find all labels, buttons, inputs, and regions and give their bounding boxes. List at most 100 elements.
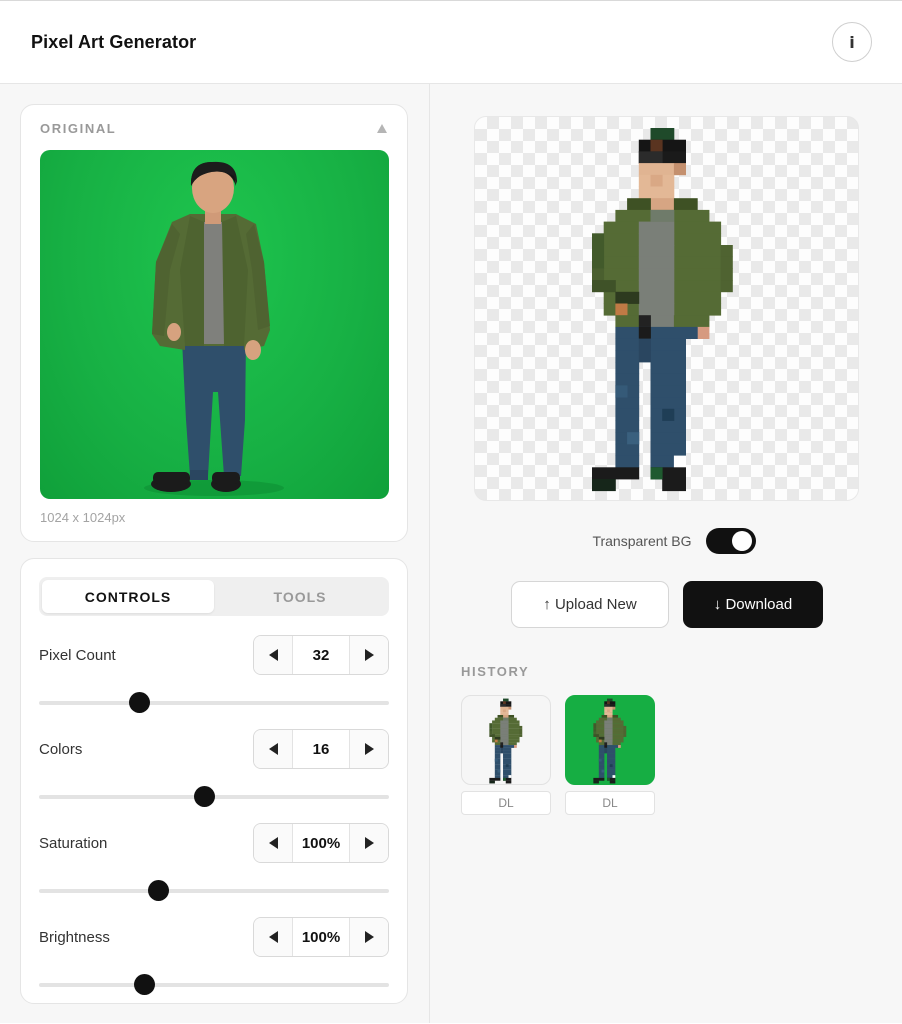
tab-controls[interactable]: CONTROLS bbox=[42, 580, 214, 613]
pixel-block bbox=[500, 725, 509, 729]
saturation-value[interactable]: 100% bbox=[292, 824, 350, 862]
pixel-block bbox=[598, 775, 605, 778]
left-panel: ORIGINAL 1024 x 1024px CONTROLS TOOLS Pi… bbox=[0, 84, 430, 1023]
transparent-bg-label: Transparent BG bbox=[592, 533, 692, 549]
chevron-up-icon[interactable] bbox=[377, 123, 387, 133]
pixel-block bbox=[607, 698, 613, 702]
pixel-block bbox=[638, 315, 651, 328]
pixel-block bbox=[650, 443, 686, 456]
slider-thumb[interactable] bbox=[128, 692, 150, 713]
pixel-count-value[interactable]: 32 bbox=[292, 636, 350, 674]
pixel-block bbox=[627, 198, 651, 211]
pixel-block bbox=[500, 704, 506, 707]
pixel-block bbox=[607, 766, 616, 770]
pixel-block bbox=[598, 745, 619, 748]
toggle-knob bbox=[731, 531, 752, 551]
transparent-bg-toggle[interactable] bbox=[705, 528, 756, 554]
triangle-right-icon bbox=[364, 649, 374, 661]
pixel-block bbox=[500, 736, 509, 740]
pixel-count-slider[interactable] bbox=[39, 692, 389, 713]
increment-button[interactable] bbox=[350, 824, 388, 862]
colors-slider[interactable] bbox=[39, 786, 389, 807]
history-download-button[interactable]: DL bbox=[461, 791, 551, 815]
decrement-button[interactable] bbox=[254, 730, 292, 768]
pixel-block bbox=[503, 772, 512, 776]
brightness-slider[interactable] bbox=[39, 974, 389, 995]
pixel-block bbox=[604, 742, 608, 746]
pixel-block bbox=[638, 303, 675, 316]
history-download-button[interactable]: DL bbox=[565, 791, 655, 815]
pixel-block bbox=[623, 731, 627, 735]
pixel-block bbox=[720, 256, 733, 269]
history-pixel-figure bbox=[593, 698, 627, 784]
slider-thumb[interactable] bbox=[193, 786, 215, 807]
tab-bar: CONTROLS TOOLS bbox=[39, 577, 389, 616]
increment-button[interactable] bbox=[350, 730, 388, 768]
colors-value[interactable]: 16 bbox=[292, 730, 350, 768]
app-header: Pixel Art Generator i bbox=[0, 0, 902, 84]
pixel-block bbox=[593, 731, 597, 735]
pixel-block bbox=[604, 745, 608, 748]
pixel-block bbox=[500, 747, 504, 751]
pixel-block bbox=[598, 750, 605, 754]
decrement-button[interactable] bbox=[254, 824, 292, 862]
pixel-block bbox=[720, 268, 733, 281]
history-list: DL DL bbox=[461, 695, 655, 815]
pixel-block bbox=[612, 706, 616, 710]
history-thumbnail[interactable] bbox=[461, 695, 551, 785]
tab-tools[interactable]: TOOLS bbox=[214, 580, 386, 613]
pixel-block bbox=[503, 701, 506, 705]
pixel-block bbox=[615, 303, 628, 316]
pixel-block bbox=[601, 714, 608, 718]
history-pixel-figure bbox=[489, 698, 523, 784]
info-button[interactable]: i bbox=[832, 22, 872, 62]
original-image bbox=[40, 150, 389, 499]
pixel-block bbox=[489, 734, 495, 737]
slider-thumb[interactable] bbox=[134, 974, 155, 995]
pixel-art-figure bbox=[592, 128, 733, 492]
pixel-block bbox=[593, 777, 605, 781]
increment-button[interactable] bbox=[350, 918, 388, 956]
pixel-block bbox=[607, 756, 616, 759]
pixel-block bbox=[503, 698, 509, 702]
history-thumbnail[interactable] bbox=[565, 695, 655, 785]
pixel-block bbox=[627, 432, 640, 445]
pixel-block bbox=[489, 731, 493, 735]
pixel-block bbox=[650, 420, 686, 433]
pixel-block bbox=[519, 734, 523, 737]
pixel-block bbox=[612, 742, 621, 746]
triangle-right-icon bbox=[364, 931, 374, 943]
pixel-block bbox=[607, 747, 616, 751]
brightness-value[interactable]: 100% bbox=[292, 918, 350, 956]
pixel-block bbox=[593, 723, 597, 727]
pixel-block bbox=[592, 256, 605, 269]
upload-new-button[interactable]: ↑ Upload New bbox=[511, 581, 669, 628]
pixel-block bbox=[494, 756, 501, 759]
control-pixel-count: Pixel Count 32 bbox=[39, 635, 389, 713]
pixel-block bbox=[503, 709, 506, 713]
pixel-block bbox=[489, 723, 493, 727]
pixel-block bbox=[503, 769, 512, 773]
pixel-block bbox=[615, 362, 640, 375]
main-area: ORIGINAL 1024 x 1024px CONTROLS TOOLS Pi… bbox=[0, 84, 902, 1023]
pixel-block bbox=[615, 443, 640, 456]
pixel-block bbox=[500, 745, 504, 748]
action-buttons: ↑ Upload New ↓ Download bbox=[511, 581, 823, 628]
pixel-block bbox=[500, 706, 509, 710]
decrement-button[interactable] bbox=[254, 918, 292, 956]
pixel-block bbox=[500, 723, 509, 727]
pixel-block bbox=[601, 769, 605, 773]
pixel-block bbox=[615, 408, 640, 421]
pixel-block bbox=[650, 198, 675, 211]
pixel-block bbox=[505, 764, 509, 768]
pixel-block bbox=[592, 280, 616, 293]
pixel-block bbox=[650, 209, 675, 222]
download-button[interactable]: ↓ Download bbox=[683, 581, 823, 628]
pixel-block bbox=[638, 280, 675, 293]
increment-button[interactable] bbox=[350, 636, 388, 674]
slider-thumb[interactable] bbox=[148, 880, 169, 901]
triangle-left-icon bbox=[268, 931, 278, 943]
saturation-slider[interactable] bbox=[39, 880, 389, 901]
history-item: DL bbox=[565, 695, 655, 815]
decrement-button[interactable] bbox=[254, 636, 292, 674]
